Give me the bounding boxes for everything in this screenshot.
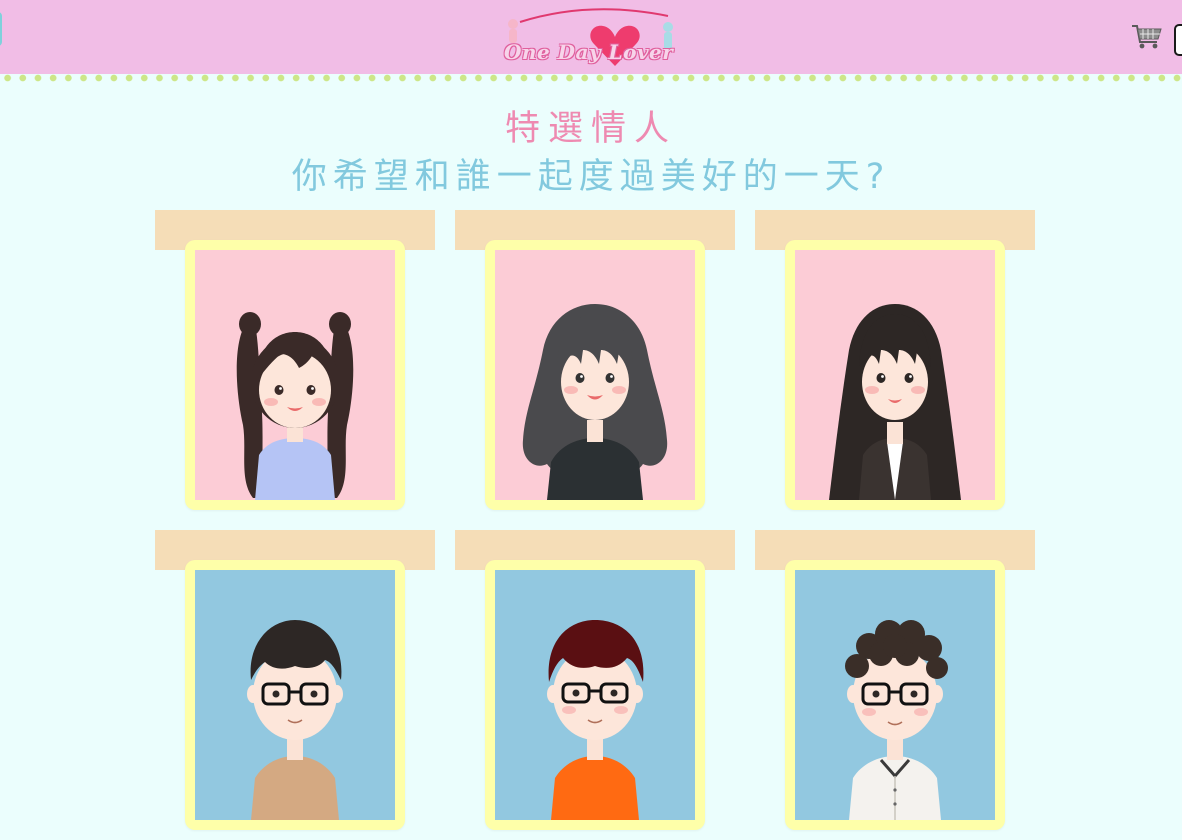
lover-portrait[interactable]: [795, 570, 995, 820]
lover-card-4[interactable]: [155, 530, 435, 830]
site-logo[interactable]: One Day Lover: [500, 4, 685, 72]
lover-portrait[interactable]: [195, 250, 395, 500]
account-button[interactable]: [1174, 24, 1182, 56]
card-frame: [185, 240, 405, 510]
menu-toggle[interactable]: [0, 12, 2, 46]
dotted-border: [0, 74, 1182, 82]
card-frame: [785, 560, 1005, 830]
lover-portrait[interactable]: [495, 570, 695, 820]
lover-card-3[interactable]: [755, 210, 1035, 510]
lover-card-1[interactable]: [155, 210, 435, 510]
section-subtitle: 你希望和誰一起度過美好的一天?: [291, 157, 891, 197]
card-frame: [785, 240, 1005, 510]
shopping-cart-icon[interactable]: [1130, 20, 1164, 52]
lover-portrait[interactable]: [495, 250, 695, 500]
lover-portrait[interactable]: [795, 250, 995, 500]
section-title: 特選情人: [504, 109, 677, 149]
card-frame: [485, 240, 705, 510]
lover-card-2[interactable]: [455, 210, 735, 510]
lover-card-5[interactable]: [455, 530, 735, 830]
card-frame: [185, 560, 405, 830]
logo-text: One Day Lover: [504, 40, 674, 64]
lover-card-6[interactable]: [755, 530, 1035, 830]
lover-portrait[interactable]: [195, 570, 395, 820]
card-frame: [485, 560, 705, 830]
